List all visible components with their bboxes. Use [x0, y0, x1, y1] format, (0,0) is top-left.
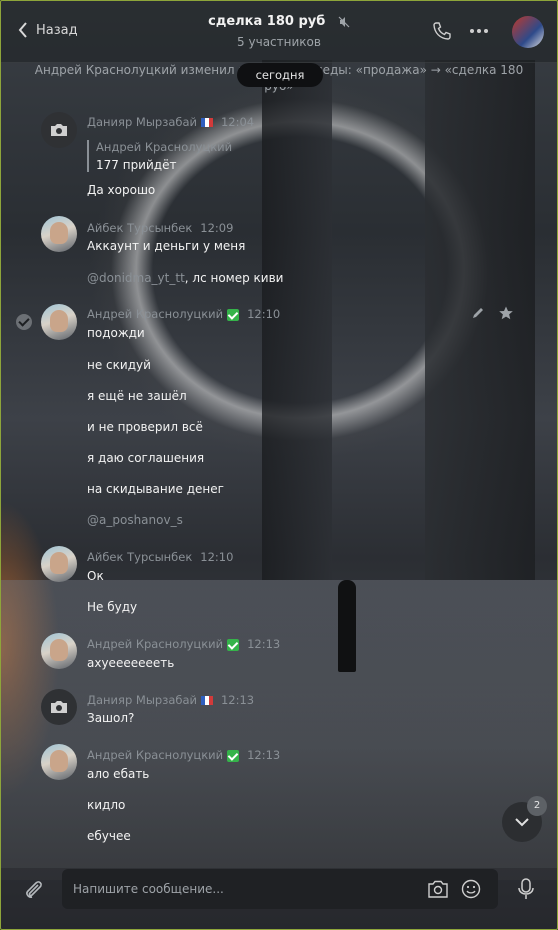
message-author[interactable]: Айбек Турсынбек 12:09	[87, 221, 233, 235]
message-text: и не проверил всё	[87, 420, 203, 434]
quote-text: 177 прийдёт	[96, 158, 177, 172]
verified-icon	[227, 638, 240, 651]
attach-icon[interactable]	[22, 879, 46, 903]
message-text: Аккаунт и деньги у меня	[87, 239, 246, 253]
quote-bar	[87, 140, 89, 172]
message-text: ало ебать	[87, 767, 150, 781]
message-time: 12:13	[220, 693, 255, 707]
message-text: Ок	[87, 569, 104, 583]
avatar[interactable]	[41, 689, 77, 725]
camera-icon	[51, 701, 67, 713]
message-author[interactable]: Айбек Турсынбек 12:10	[87, 550, 233, 564]
message-time: 12:10	[247, 307, 281, 321]
message-text: я даю соглашения	[87, 451, 205, 465]
camera-icon	[51, 124, 67, 136]
avatar[interactable]	[41, 633, 77, 669]
message-author[interactable]: Андрей Краснолуцкий 12:10	[87, 307, 280, 321]
message-text: Да хорошо	[87, 183, 156, 197]
microphone-icon[interactable]	[515, 877, 537, 901]
message-text: Зашол?	[87, 711, 135, 725]
message-text: кидло	[87, 798, 126, 812]
phone-icon[interactable]	[431, 20, 453, 42]
avatar[interactable]	[41, 744, 77, 780]
flag-icon	[200, 118, 213, 127]
avatar[interactable]	[41, 216, 77, 252]
mention-link[interactable]: @a_poshanov_s	[87, 513, 183, 527]
message-text: я ещё не зашёл	[87, 389, 187, 403]
muted-icon	[338, 16, 350, 27]
unread-badge: 2	[527, 796, 547, 816]
avatar[interactable]	[41, 304, 77, 340]
message-time: 12:09	[200, 221, 234, 235]
verified-icon	[227, 749, 240, 762]
message-author[interactable]: Андрей Краснолуцкий 12:13	[87, 748, 280, 762]
message-text: @donidma_yt_tt, лс номер киви	[87, 271, 284, 285]
message-text: подожди	[87, 326, 145, 340]
quote-author: Андрей Краснолуцкий	[96, 140, 233, 154]
avatar[interactable]	[41, 112, 77, 148]
message-time: 12:04	[220, 115, 255, 129]
mention-link[interactable]: @donidma_yt_tt	[87, 271, 185, 285]
flag-icon	[200, 696, 213, 705]
message-text: не скидуй	[87, 358, 151, 372]
chat-title-text: сделка 180 руб	[208, 14, 326, 29]
message-author[interactable]: Данияр Мырзабай 12:13	[87, 693, 254, 707]
message-time: 12:13	[247, 637, 281, 651]
message-text: ахуеееееееть	[87, 656, 175, 670]
chat-header: Назад сделка 180 руб 5 участников	[0, 0, 558, 63]
camera-icon[interactable]	[427, 878, 449, 900]
message-text: ебучее	[87, 829, 131, 843]
message-text: на скидывание денег	[87, 482, 224, 496]
chevron-down-icon	[515, 818, 529, 827]
chat-avatar[interactable]	[512, 16, 544, 48]
verified-icon	[227, 308, 240, 321]
message-time: 12:10	[200, 550, 234, 564]
message-text: Не буду	[87, 600, 138, 614]
avatar[interactable]	[41, 546, 77, 582]
select-checkbox[interactable]	[16, 314, 32, 330]
star-icon[interactable]	[498, 305, 514, 321]
chat-wallpaper	[0, 0, 558, 930]
message-author[interactable]: Данияр Мырзабай 12:04	[87, 115, 254, 129]
edit-icon[interactable]	[470, 305, 486, 321]
message-time: 12:13	[247, 748, 281, 762]
date-pill: сегодня	[237, 63, 323, 87]
message-author[interactable]: Андрей Краснолуцкий 12:13	[87, 637, 280, 651]
more-icon[interactable]	[468, 20, 490, 42]
emoji-icon[interactable]	[460, 878, 482, 900]
